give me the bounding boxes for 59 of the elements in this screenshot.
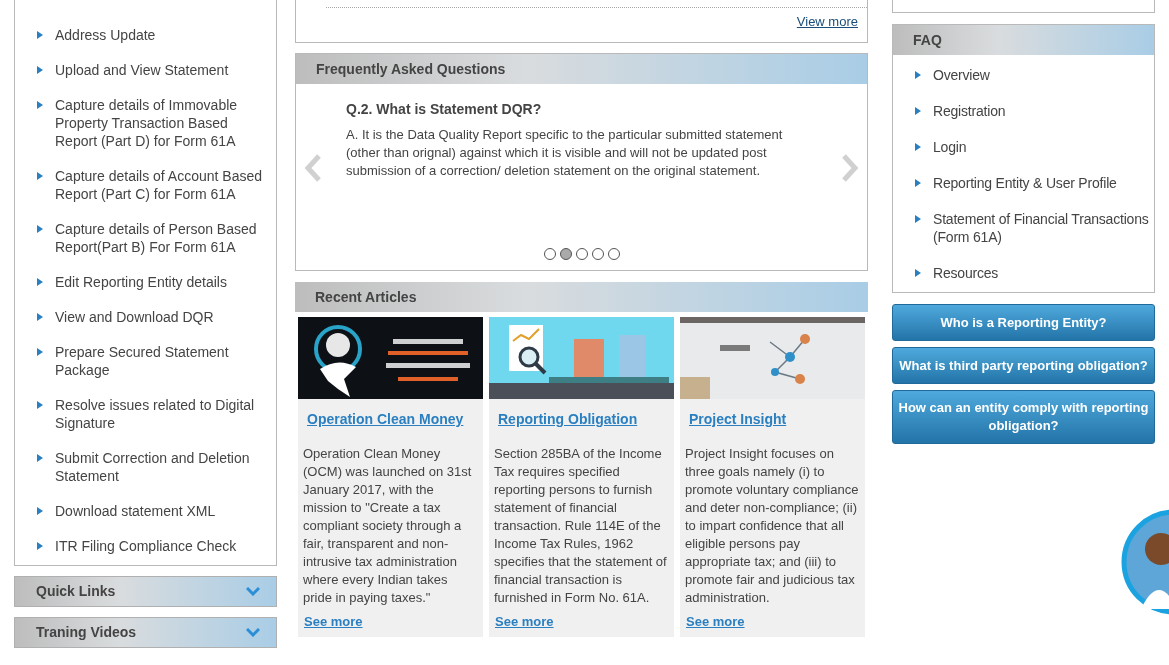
bullet-icon — [915, 269, 921, 277]
menu-link[interactable]: Registration — [933, 102, 1006, 120]
bullet-icon — [37, 31, 43, 39]
menu-link[interactable]: Resources — [933, 264, 999, 282]
see-more-link[interactable]: See more — [686, 612, 745, 632]
bullet-icon — [37, 225, 43, 233]
article-text: Operation Clean Money (OCM) was launched on 31st January 2017, with the mission to "Create a tax compliant society through a fair, transparent and non-intrusive tax administration where every Indian takes pride in paying taxes." — [303, 445, 473, 607]
chevron-down-icon — [246, 628, 260, 637]
menu-link[interactable]: ITR Filing Compliance Check — [55, 537, 237, 555]
question-button[interactable]: Who is a Reporting Entity? — [892, 304, 1155, 341]
bullet-icon — [915, 179, 921, 187]
bullet-icon — [37, 401, 43, 409]
faq-answer: A. It is the Data Quality Report specific to the particular submitted statement (other than orignal) against which it is visible and will not be updated post submission of a correction/ deletion statement on the original statement. — [346, 126, 784, 180]
question-button[interactable]: What is third party reporting obligation? — [892, 347, 1155, 384]
bullet-icon — [37, 454, 43, 462]
bullet-icon — [37, 172, 43, 180]
chevron-down-icon — [246, 587, 260, 596]
bullet-icon — [37, 507, 43, 515]
see-more-link[interactable]: See more — [495, 612, 554, 632]
bullet-icon — [37, 348, 43, 356]
bullet-icon — [915, 215, 921, 223]
section-header: Recent Articles — [295, 282, 868, 312]
article-title-link[interactable]: Operation Clean Money — [307, 409, 464, 430]
section-header: FAQ — [893, 25, 1154, 55]
article-title-link[interactable]: Project Insight — [689, 409, 787, 430]
bullet-icon — [37, 278, 43, 286]
bullet-icon — [37, 101, 43, 109]
accordion-header[interactable]: Quick Links — [14, 576, 277, 607]
menu-link[interactable]: Edit Reporting Entity details — [55, 273, 227, 291]
faq-question: Q.2. What is Statement DQR? — [346, 100, 543, 119]
bullet-icon — [915, 143, 921, 151]
question-button[interactable]: How can an entity comply with reporting obligation? — [892, 390, 1155, 444]
bullet-icon — [915, 71, 921, 79]
article-text: Project Insight focuses on three goals namely (i) to promote voluntary compliance and deter non-compliance; (ii) to impart confidence that all eligible persons pay appropriate tax; and (iii) to promote fair and judicious tax administration. — [685, 445, 860, 607]
menu-link[interactable]: Download statement XML — [55, 502, 216, 520]
menu-link[interactable]: Capture details of Immovable Property Transaction Based Report (Part D) for Form 61A — [55, 96, 266, 150]
bullet-icon — [37, 542, 43, 550]
menu-link[interactable]: Submit Correction and Deletion Statement — [55, 449, 266, 485]
menu-link[interactable]: View and Download DQR — [55, 308, 214, 326]
assistant-avatar-icon[interactable] — [1121, 509, 1169, 615]
menu-link[interactable]: Address Update — [55, 26, 156, 44]
accordion-header[interactable]: Traning Videos — [14, 617, 277, 648]
article-text: Section 285BA of the Income Tax requires specified reporting persons to furnish statement of financial transaction. Rule 114E of the Income Tax Rules, 1962 specifies that the statement of financial transaction is furnished in Form No. 61A. — [494, 445, 668, 607]
bullet-icon — [915, 107, 921, 115]
bullet-icon — [37, 313, 43, 321]
menu-link[interactable]: Login — [933, 138, 967, 156]
see-more-link[interactable]: See more — [304, 612, 363, 632]
section-header: Frequently Asked Questions — [296, 54, 867, 84]
menu-link[interactable]: Capture details of Account Based Report (Part C) for Form 61A — [55, 167, 266, 203]
menu-link[interactable]: Capture details of Person Based Report(Part B) For Form 61A — [55, 220, 266, 256]
menu-link[interactable]: Statement of Financial Transactions (Form 61A) — [933, 210, 1154, 246]
menu-link[interactable]: Prepare Secured Statement Package — [55, 343, 266, 379]
menu-link[interactable]: Reporting Entity & User Profile — [933, 174, 1117, 192]
article-title-link[interactable]: Reporting Obligation — [498, 409, 638, 430]
menu-link[interactable]: Overview — [933, 66, 990, 84]
menu-link[interactable]: Resolve issues related to Digital Signature — [55, 396, 266, 432]
menu-link[interactable]: Upload and View Statement — [55, 61, 229, 79]
view-more-link[interactable]: View more — [796, 12, 858, 32]
bullet-icon — [37, 66, 43, 74]
